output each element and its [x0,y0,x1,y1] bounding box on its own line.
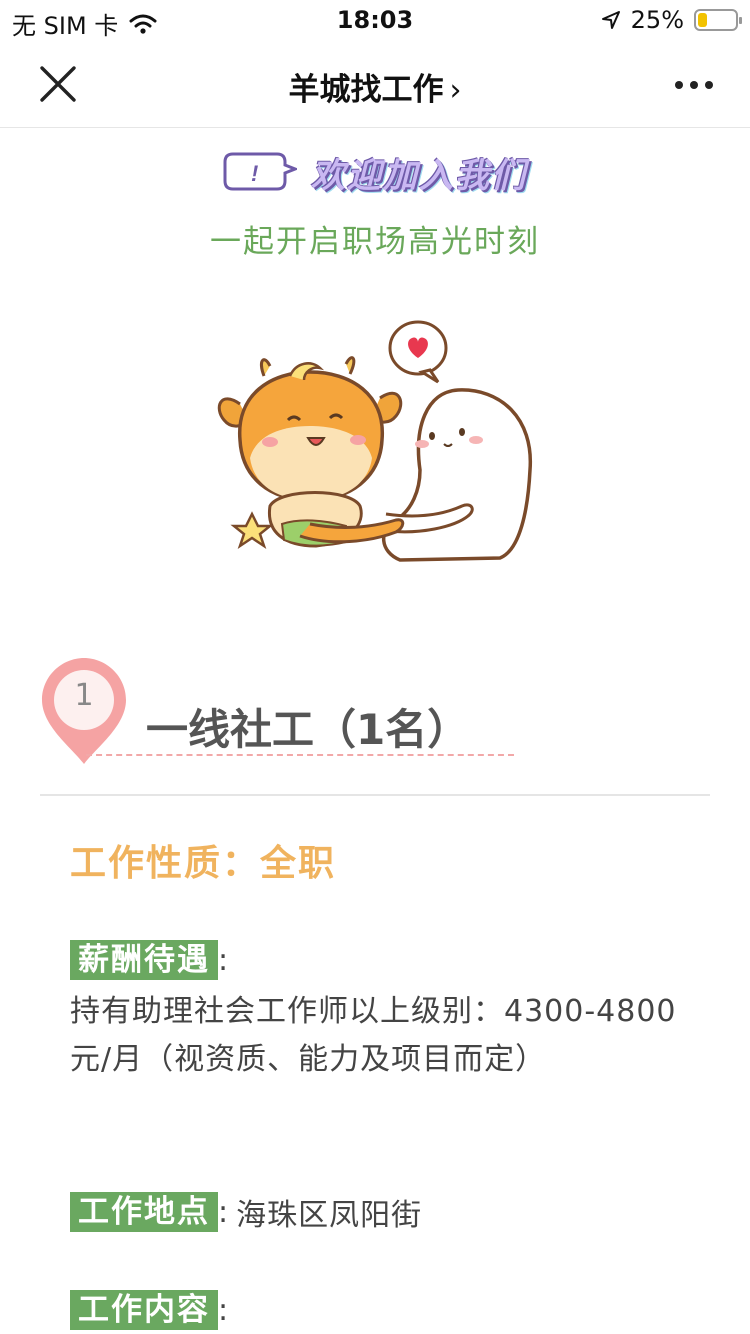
salary-row: 薪酬待遇: [70,940,228,980]
content-label: 工作内容 [70,1290,218,1330]
welcome-title: 欢迎加入我们 [311,156,527,196]
location-value: 海珠区凤阳街 [236,1198,423,1233]
nav-title[interactable]: 羊城找工作 › [0,64,750,109]
white-character [379,388,532,562]
nav-title-text: 羊城找工作 [288,72,444,108]
salary-colon: : [218,942,229,978]
more-icon[interactable] [672,70,716,100]
mascot-illustration [217,320,532,562]
location-colon: : [218,1194,229,1230]
battery-percent: 25% [630,6,684,34]
status-bar: 无 SIM 卡 18:03 25% [0,0,750,40]
salary-text: 持有助理社会工作师以上级别：4300-4800元/月（视资质、能力及项目而定） [70,994,677,1077]
content-row: 工作内容: [70,1290,228,1330]
welcome-subtitle: 一起开启职场高光时刻 [210,224,540,260]
position-number: 1 [74,678,94,713]
chevron-right-icon: › [449,73,462,108]
location-row: 工作地点: 海珠区凤阳街 [70,1190,422,1234]
position-title: 一线社工（1名） [146,705,470,754]
bubble-mark: ! [251,161,258,186]
location-label: 工作地点 [70,1192,218,1232]
nav-bar: 羊城找工作 › [0,40,750,128]
status-right: 25% [601,6,742,34]
heart-bubble-icon [388,320,448,384]
content-colon: : [218,1292,229,1328]
speech-bubble-icon: ! [223,152,297,190]
section-divider [40,794,710,796]
welcome-header: ! 欢迎加入我们 [0,148,750,196]
battery-icon [694,9,742,31]
battery-level [698,13,707,27]
location-arrow-icon [601,11,620,29]
salary-label: 薪酬待遇 [70,940,218,980]
cow-character [217,356,405,550]
job-nature: 工作性质：全职 [70,843,337,884]
title-underline [86,754,514,756]
